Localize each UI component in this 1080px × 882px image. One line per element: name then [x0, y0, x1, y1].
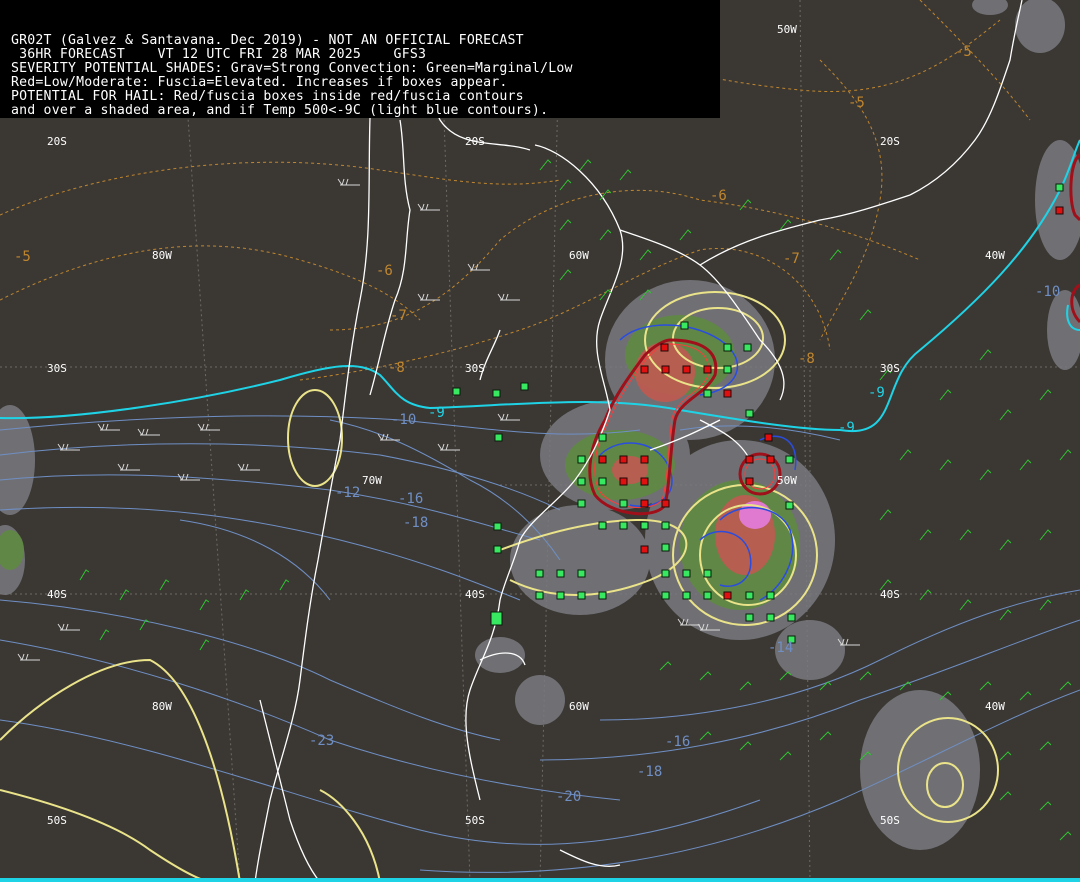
label-50s-east: 50S	[880, 814, 900, 827]
temp-label: -7	[783, 251, 800, 267]
temp-label: -18	[403, 515, 428, 531]
label-60w-bottom: 60W	[569, 700, 589, 713]
temp-label: -5	[955, 44, 972, 60]
temp-label: -9	[838, 420, 855, 436]
temp-label: -7	[390, 308, 407, 324]
label-40w-bottom: 40W	[985, 700, 1005, 713]
temp-label: -9	[868, 385, 885, 401]
label-80w-top: 80W	[152, 249, 172, 262]
header-line-title: GR02T (Galvez & Santavana. Dec 2019) - N…	[11, 33, 524, 48]
temp-label: -8	[798, 351, 815, 367]
temp-label: -8	[388, 360, 405, 376]
temp-label: -9	[428, 405, 445, 421]
label-50w-top: 50W	[777, 23, 797, 36]
bottom-border	[0, 878, 1080, 882]
header-line-severity-shades: SEVERITY POTENTIAL SHADES: Grav=Strong C…	[11, 61, 573, 76]
label-40s-west: 40S	[47, 588, 67, 601]
label-40s-east: 40S	[880, 588, 900, 601]
temp-label: -6	[710, 188, 727, 204]
header-line-severity-legend: Red=Low/Moderate: Fuscia=Elevated. Incre…	[11, 75, 508, 90]
label-80w-bottom: 80W	[152, 700, 172, 713]
label-20s-east: 20S	[880, 135, 900, 148]
label-40s-mid: 40S	[465, 588, 485, 601]
label-20s-mid: 20S	[465, 135, 485, 148]
temp-label: -10	[1035, 284, 1060, 300]
temp-label: -23	[309, 733, 334, 749]
label-50w-mid: 50W	[777, 474, 797, 487]
temp-label: -16	[398, 491, 423, 507]
temp-label: -16	[665, 734, 690, 750]
temp-label: -6	[376, 263, 393, 279]
temp-label: -5	[14, 249, 31, 265]
temp-label: -20	[556, 789, 581, 805]
forecast-map: 20S 20S 20S 30S 30S 30S 40S 40S 40S 50S …	[0, 0, 1080, 882]
forecast-header: GR02T (Galvez & Santavana. Dec 2019) - N…	[0, 0, 720, 118]
header-line-forecast-time: 36HR FORECAST VT 12 UTC FRI 28 MAR 2025 …	[11, 47, 427, 62]
header-line-hail-condition: and over a shaded area, and if Temp 500<…	[11, 103, 549, 118]
label-20s-west: 20S	[47, 135, 67, 148]
label-60w-top: 60W	[569, 249, 589, 262]
temp-label: -5	[848, 95, 865, 111]
label-50s-mid: 50S	[465, 814, 485, 827]
temp-label: -12	[335, 485, 360, 501]
label-50s-west: 50S	[47, 814, 67, 827]
label-30s-west: 30S	[47, 362, 67, 375]
temp-label: -10	[391, 412, 416, 428]
header-line-hail-potential: POTENTIAL FOR HAIL: Red/fuscia boxes ins…	[11, 89, 524, 104]
label-40w-top: 40W	[985, 249, 1005, 262]
label-70w: 70W	[362, 474, 382, 487]
temp-label: -14	[768, 640, 793, 656]
label-30s-east: 30S	[880, 362, 900, 375]
label-30s-mid: 30S	[465, 362, 485, 375]
temp-label: -18	[637, 764, 662, 780]
